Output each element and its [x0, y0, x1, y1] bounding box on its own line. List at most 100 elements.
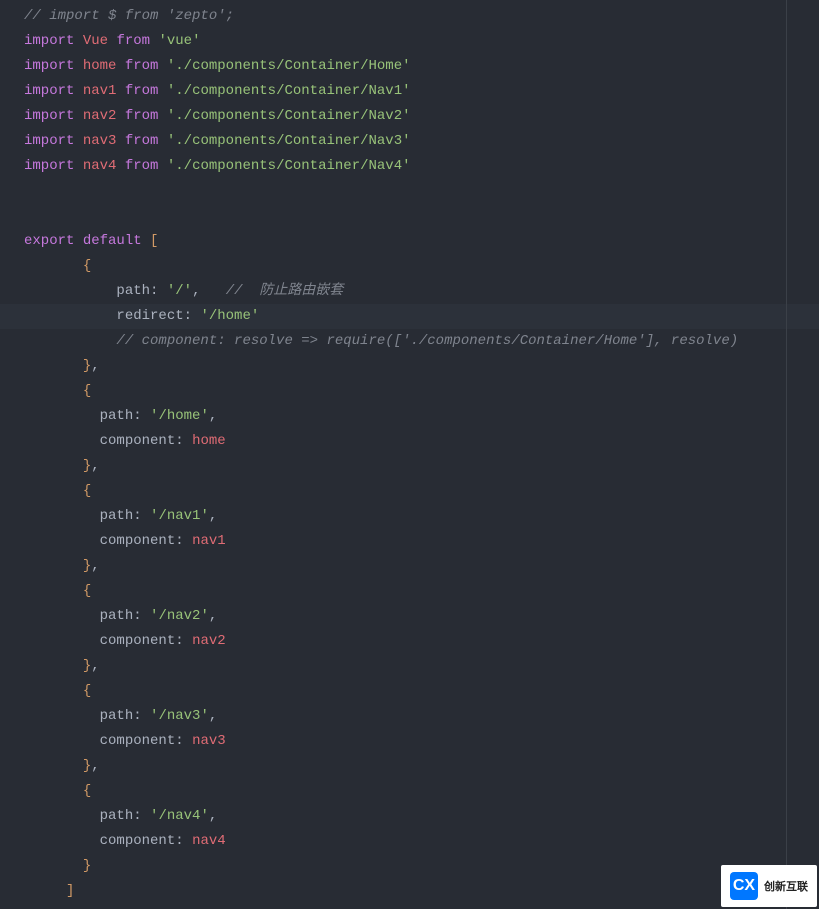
- colon: :: [133, 604, 141, 629]
- code-line[interactable]: import nav1 from './components/Container…: [0, 79, 819, 104]
- colon: :: [133, 404, 141, 429]
- comma: ,: [209, 404, 217, 429]
- code-line[interactable]: {: [0, 679, 819, 704]
- colon: :: [133, 504, 141, 529]
- identifier: home: [83, 54, 117, 79]
- code-ruler: [786, 0, 787, 909]
- keyword-from: from: [125, 104, 159, 129]
- property: component: [100, 429, 176, 454]
- code-line[interactable]: {: [0, 379, 819, 404]
- code-line-empty[interactable]: [0, 179, 819, 204]
- brace: {: [83, 779, 91, 804]
- code-line[interactable]: component: nav4: [0, 829, 819, 854]
- colon: :: [133, 704, 141, 729]
- watermark-text: 创新互联: [764, 878, 808, 894]
- code-line[interactable]: path: '/nav2',: [0, 604, 819, 629]
- string: '/nav4': [150, 804, 209, 829]
- scrollbar-vertical[interactable]: [805, 0, 819, 909]
- bracket: [: [150, 229, 158, 254]
- code-line[interactable]: component: nav3: [0, 729, 819, 754]
- code-line[interactable]: {: [0, 479, 819, 504]
- code-line[interactable]: import nav3 from './components/Container…: [0, 129, 819, 154]
- code-line[interactable]: path: '/', // 防止路由嵌套: [0, 279, 819, 304]
- code-line[interactable]: path: '/nav3',: [0, 704, 819, 729]
- code-line[interactable]: {: [0, 579, 819, 604]
- colon: :: [184, 304, 192, 329]
- colon: :: [175, 429, 183, 454]
- colon: :: [175, 829, 183, 854]
- code-line[interactable]: {: [0, 254, 819, 279]
- comment: // 防止路由嵌套: [226, 279, 344, 304]
- comma: ,: [209, 504, 217, 529]
- code-line[interactable]: import Vue from 'vue': [0, 29, 819, 54]
- comma: ,: [91, 654, 99, 679]
- brace: {: [83, 679, 91, 704]
- keyword-from: from: [125, 129, 159, 154]
- code-line-highlighted[interactable]: redirect: '/home': [0, 304, 819, 329]
- identifier: nav1: [83, 79, 117, 104]
- brace: }: [83, 654, 91, 679]
- code-line[interactable]: {: [0, 779, 819, 804]
- keyword-from: from: [125, 54, 159, 79]
- code-line[interactable]: export default [: [0, 229, 819, 254]
- colon: :: [175, 529, 183, 554]
- colon: :: [150, 279, 158, 304]
- identifier: home: [192, 429, 226, 454]
- code-line[interactable]: },: [0, 354, 819, 379]
- code-line[interactable]: path: '/home',: [0, 404, 819, 429]
- brace: {: [83, 254, 91, 279]
- string: './components/Container/Nav2': [167, 104, 411, 129]
- code-line[interactable]: },: [0, 654, 819, 679]
- code-line[interactable]: path: '/nav1',: [0, 504, 819, 529]
- code-line[interactable]: },: [0, 554, 819, 579]
- string: '/nav1': [150, 504, 209, 529]
- code-line[interactable]: }: [0, 854, 819, 879]
- string: '/nav3': [150, 704, 209, 729]
- code-line-empty[interactable]: [0, 204, 819, 229]
- identifier: nav4: [192, 829, 226, 854]
- comma: ,: [209, 604, 217, 629]
- string: '/home': [200, 304, 259, 329]
- code-line[interactable]: component: nav2: [0, 629, 819, 654]
- comma: ,: [192, 279, 200, 304]
- code-line[interactable]: },: [0, 754, 819, 779]
- identifier: Vue: [83, 29, 108, 54]
- string: '/home': [150, 404, 209, 429]
- property: redirect: [116, 304, 183, 329]
- code-editor[interactable]: // import $ from 'zepto'; import Vue fro…: [0, 0, 819, 909]
- colon: :: [133, 804, 141, 829]
- code-line[interactable]: ]: [0, 879, 819, 904]
- code-area[interactable]: // import $ from 'zepto'; import Vue fro…: [0, 0, 819, 909]
- scrollbar-track[interactable]: [810, 0, 816, 909]
- property: path: [116, 279, 150, 304]
- string: '/nav2': [150, 604, 209, 629]
- identifier: nav2: [83, 104, 117, 129]
- code-line[interactable]: import home from './components/Container…: [0, 54, 819, 79]
- watermark-badge: CX 创新互联: [721, 865, 817, 907]
- string: './components/Container/Nav1': [167, 79, 411, 104]
- code-line[interactable]: component: nav1: [0, 529, 819, 554]
- code-line[interactable]: import nav4 from './components/Container…: [0, 154, 819, 179]
- code-line[interactable]: path: '/nav4',: [0, 804, 819, 829]
- keyword-default: default: [83, 229, 142, 254]
- code-line[interactable]: component: home: [0, 429, 819, 454]
- code-line[interactable]: },: [0, 454, 819, 479]
- keyword-from: from: [125, 79, 159, 104]
- property: component: [100, 529, 176, 554]
- code-line[interactable]: import nav2 from './components/Container…: [0, 104, 819, 129]
- string: './components/Container/Nav3': [167, 129, 411, 154]
- colon: :: [175, 729, 183, 754]
- comma: ,: [91, 354, 99, 379]
- comma: ,: [91, 554, 99, 579]
- colon: :: [175, 629, 183, 654]
- keyword-import: import: [24, 129, 74, 154]
- comma: ,: [91, 754, 99, 779]
- code-line[interactable]: // import $ from 'zepto';: [0, 4, 819, 29]
- keyword-from: from: [125, 154, 159, 179]
- brace: }: [83, 754, 91, 779]
- property: component: [100, 629, 176, 654]
- keyword-from: from: [116, 29, 150, 54]
- identifier: nav1: [192, 529, 226, 554]
- code-line[interactable]: // component: resolve => require(['./com…: [0, 329, 819, 354]
- brace: {: [83, 479, 91, 504]
